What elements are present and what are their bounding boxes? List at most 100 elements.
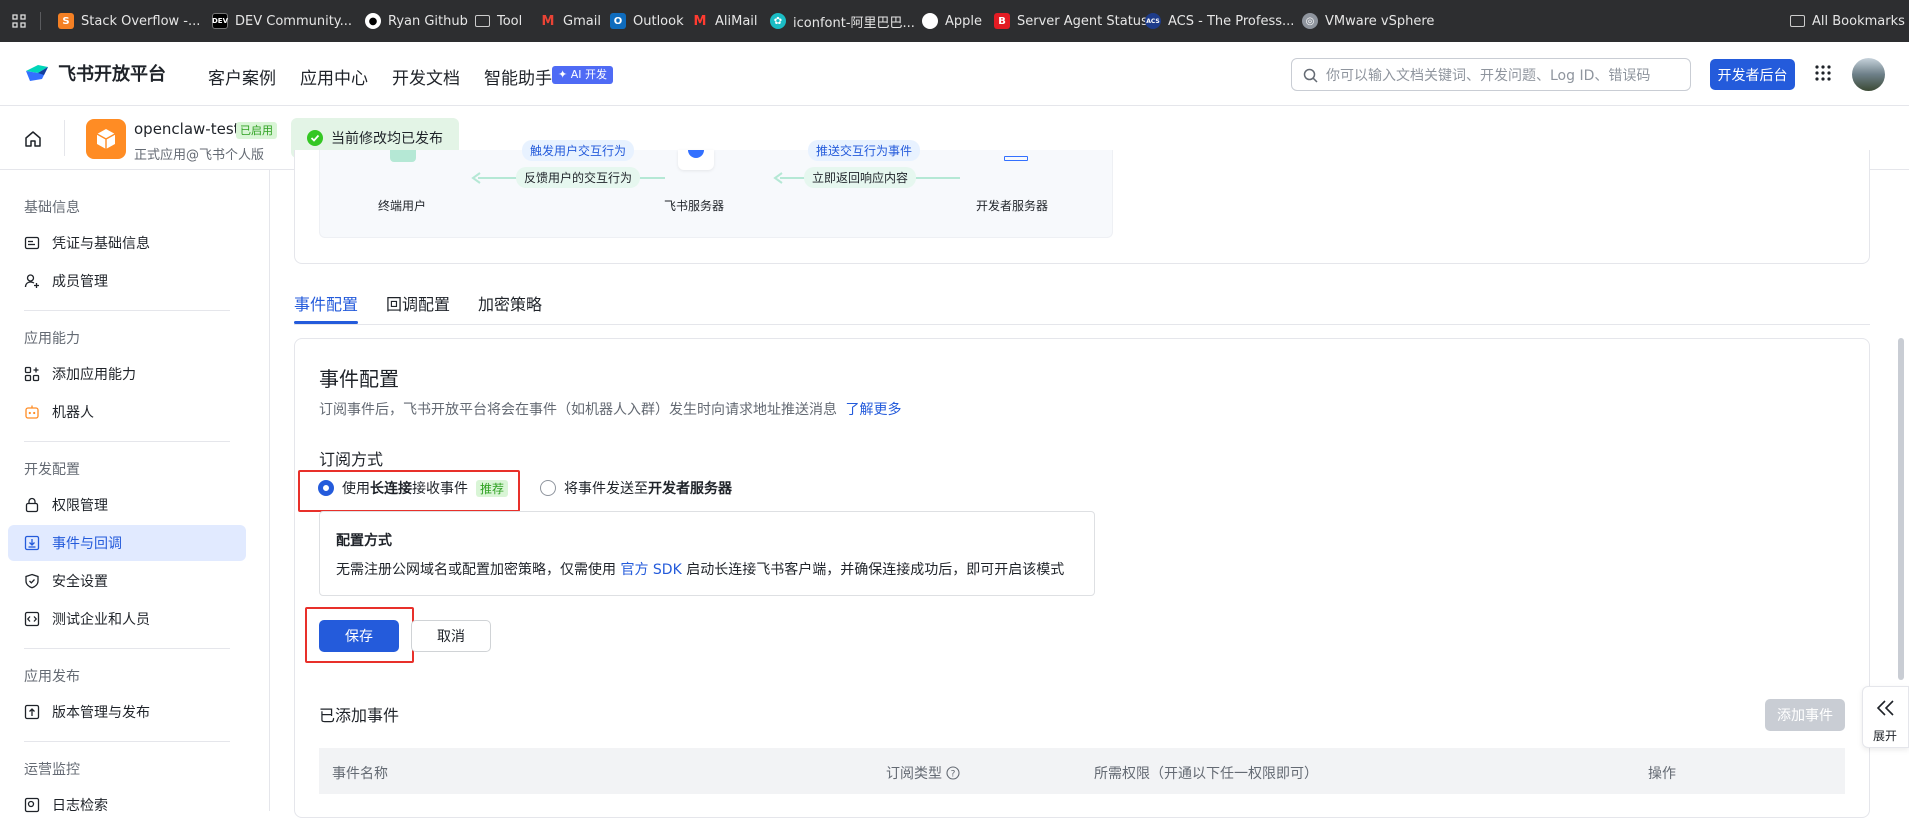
- github-icon: ●: [365, 13, 381, 29]
- bookmark-stackoverflow[interactable]: S Stack Overflow -...: [58, 0, 200, 42]
- home-icon[interactable]: [24, 130, 42, 152]
- sidebar-item-security[interactable]: 安全设置: [8, 563, 246, 599]
- outlook-icon: O: [610, 13, 626, 29]
- gmail-icon: M: [541, 13, 555, 29]
- nav-app-center[interactable]: 应用中心: [300, 64, 368, 89]
- bookmark-iconfont[interactable]: ✿ iconfont-阿里巴巴...: [770, 0, 915, 42]
- feishu-logo-icon: [26, 65, 48, 81]
- user-avatar[interactable]: [1852, 58, 1885, 91]
- sidebar-group-basic: 基础信息: [24, 200, 80, 216]
- subscribe-method-label: 订阅方式: [319, 450, 384, 469]
- bookmark-acs[interactable]: ACS ACS - The Profess...: [1145, 0, 1294, 42]
- logo-text: 飞书开放平台: [58, 64, 166, 85]
- sidebar-item-bot[interactable]: 机器人: [8, 394, 246, 430]
- tabs-divider: [294, 324, 1870, 325]
- code-icon: [24, 611, 40, 627]
- shield-icon: [24, 573, 40, 589]
- server-agent-icon: B: [994, 13, 1010, 29]
- bookmark-github[interactable]: ● Ryan Github: [365, 0, 468, 42]
- nav-cases[interactable]: 客户案例: [208, 64, 276, 89]
- tab-event-config[interactable]: 事件配置: [294, 291, 358, 315]
- help-icon[interactable]: ?: [946, 766, 960, 780]
- sidebar-item-version[interactable]: 版本管理与发布: [8, 694, 246, 730]
- divider: [40, 12, 41, 30]
- nav-docs[interactable]: 开发文档: [392, 64, 460, 89]
- recommend-tag: 推荐: [476, 479, 509, 497]
- all-bookmarks[interactable]: All Bookmarks: [1790, 0, 1905, 42]
- add-apps-icon: [24, 366, 40, 382]
- lock-icon: [24, 497, 40, 513]
- page-scrollbar[interactable]: [1898, 338, 1904, 680]
- bookmark-apple[interactable]: Apple: [922, 0, 982, 42]
- radio-long-connection[interactable]: 使用 长连接 接收事件 推荐: [318, 478, 509, 498]
- config-method-title: 配置方式: [336, 533, 392, 549]
- app-name: openclaw-test: [134, 120, 240, 138]
- expand-panel-button[interactable]: 展开: [1862, 686, 1909, 748]
- search-input[interactable]: 你可以输入文档关键词、开发问题、Log ID、错误码: [1291, 58, 1691, 91]
- search-placeholder: 你可以输入文档关键词、开发问题、Log ID、错误码: [1326, 67, 1651, 84]
- box-icon: [96, 129, 116, 149]
- event-config-desc: 订阅事件后，飞书开放平台将会在事件（如机器人入群）发生时向请求地址推送消息 了解…: [319, 402, 902, 418]
- add-event-button[interactable]: 添加事件: [1765, 699, 1845, 731]
- radio-selected-icon: [318, 480, 334, 496]
- flow-diagram: 触发用户交互行为 推送交互行为事件 反馈用户的交互行为 立即返回响应内容 终端用…: [319, 140, 1113, 238]
- bookmark-gmail[interactable]: M Gmail: [540, 0, 601, 42]
- flow-label-respond: 立即返回响应内容: [804, 167, 917, 188]
- node-feishu-label: 飞书服务器: [664, 199, 725, 213]
- added-events-title: 已添加事件: [319, 706, 400, 725]
- flow-card: 触发用户交互行为 推送交互行为事件 反馈用户的交互行为 立即返回响应内容 终端用…: [294, 140, 1870, 264]
- sidebar-item-logs[interactable]: 日志检索: [8, 787, 246, 823]
- divider: [24, 648, 230, 649]
- acs-icon: ACS: [1145, 13, 1161, 29]
- bookmark-alimail[interactable]: M AliMail: [692, 0, 758, 42]
- apps-grid-icon[interactable]: [1814, 64, 1832, 86]
- col-permissions: 所需权限（开通以下任一权限即可）: [1094, 766, 1318, 782]
- bookmark-server-agent[interactable]: B Server Agent Status: [994, 0, 1148, 42]
- expand-label: 展开: [1873, 729, 1898, 743]
- flow-label-push: 推送交互行为事件: [808, 140, 921, 161]
- official-sdk-link[interactable]: 官方 SDK: [620, 562, 681, 578]
- sidebar-item-permissions[interactable]: 权限管理: [8, 487, 246, 523]
- server-node-icon: [1004, 150, 1030, 164]
- upload-icon: [24, 704, 40, 720]
- sidebar-item-events[interactable]: 事件与回调: [8, 525, 246, 561]
- ai-dev-badge[interactable]: ✦ AI 开发: [552, 66, 613, 84]
- sidebar-item-credentials[interactable]: 凭证与基础信息: [8, 225, 246, 261]
- feishu-logo[interactable]: 飞书开放平台: [24, 60, 166, 86]
- double-chevron-left-icon: [1876, 700, 1894, 716]
- sidebar-item-test-org[interactable]: 测试企业和人员: [8, 601, 246, 637]
- event-config-title: 事件配置: [319, 367, 399, 391]
- dev-console-button[interactable]: 开发者后台: [1710, 59, 1795, 90]
- bookmark-outlook[interactable]: O Outlook: [610, 0, 684, 42]
- event-icon: [24, 535, 40, 551]
- bookmark-vmware[interactable]: ◎ VMware vSphere: [1302, 0, 1434, 42]
- radio-unselected-icon: [540, 480, 556, 496]
- flow-label-trigger: 触发用户交互行为: [522, 140, 635, 161]
- col-event-name: 事件名称: [332, 766, 388, 782]
- top-header: 飞书开放平台 客户案例 应用中心 开发文档 智能助手 ✦ AI 开发 你可以输入…: [0, 42, 1909, 106]
- app-subtitle: 正式应用@飞书个人版: [134, 148, 265, 163]
- learn-more-link[interactable]: 了解更多: [845, 402, 901, 418]
- tab-callback-config[interactable]: 回调配置: [386, 291, 450, 315]
- iconfont-icon: ✿: [770, 13, 786, 29]
- apps-grid-icon[interactable]: [12, 0, 26, 42]
- cancel-button[interactable]: 取消: [411, 620, 491, 652]
- sidebar-group-dev: 开发配置: [24, 462, 80, 478]
- nav-assistant[interactable]: 智能助手: [484, 64, 552, 89]
- sidebar-item-members[interactable]: 成员管理: [8, 263, 246, 299]
- save-button[interactable]: 保存: [319, 620, 399, 652]
- sidebar-item-add-capability[interactable]: 添加应用能力: [8, 356, 246, 392]
- status-badge: 已启用: [236, 122, 277, 139]
- dev-icon: DEV: [212, 13, 228, 29]
- svg-text:?: ?: [951, 770, 956, 780]
- sidebar-group-capability: 应用能力: [24, 331, 80, 347]
- tab-encryption[interactable]: 加密策略: [478, 291, 542, 315]
- col-actions: 操作: [1648, 766, 1676, 782]
- node-dev-label: 开发者服务器: [976, 199, 1049, 213]
- apple-icon: [922, 13, 938, 29]
- bookmark-dev[interactable]: DEV DEV Community...: [212, 0, 352, 42]
- sidebar-group-monitor: 运营监控: [24, 762, 80, 778]
- success-check-icon: [307, 130, 323, 146]
- bookmark-tool[interactable]: Tool: [475, 0, 522, 42]
- radio-developer-server[interactable]: 将事件发送至 开发者服务器: [540, 478, 732, 498]
